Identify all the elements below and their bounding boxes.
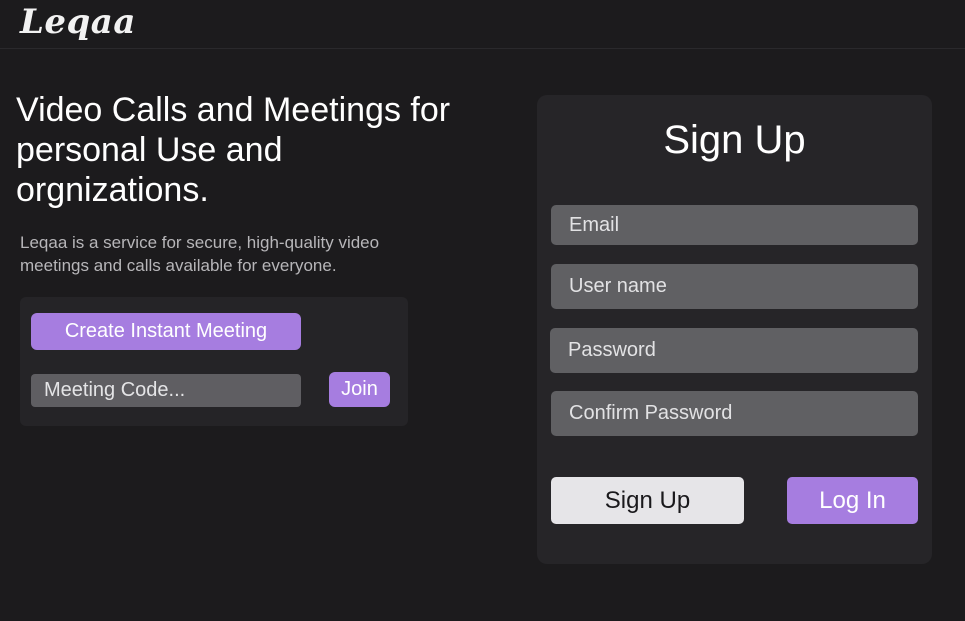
password-field[interactable]: Password	[550, 328, 918, 373]
hero-description-line: meetings and calls available for everyon…	[20, 256, 337, 275]
username-field[interactable]: User name	[551, 264, 918, 309]
hero-title-line: orgnizations.	[16, 171, 209, 209]
signup-button[interactable]: Sign Up	[551, 477, 744, 524]
email-field[interactable]: Email	[551, 205, 918, 245]
hero-title: Video Calls and Meetings for personal Us…	[16, 90, 496, 210]
hero-description-line: Leqaa is a service for secure, high-qual…	[20, 233, 380, 252]
hero-title-line: Video Calls and Meetings for	[16, 91, 451, 129]
signup-title: Sign Up	[663, 118, 806, 162]
confirm-password-field[interactable]: Confirm Password	[551, 391, 918, 436]
join-button[interactable]: Join	[329, 372, 390, 407]
signup-card: Sign Up Email User name Password Confirm…	[537, 95, 932, 564]
hero-description: Leqaa is a service for secure, high-qual…	[20, 231, 460, 277]
meeting-card: Create Instant Meeting Meeting Code... J…	[20, 297, 408, 426]
login-button[interactable]: Log In	[787, 477, 918, 524]
hero-title-line: personal Use and	[16, 131, 283, 169]
top-bar: Leqaa	[0, 0, 965, 49]
create-instant-meeting-button[interactable]: Create Instant Meeting	[31, 313, 301, 350]
meeting-code-input[interactable]: Meeting Code...	[31, 374, 301, 407]
logo[interactable]: Leqaa	[20, 0, 136, 44]
